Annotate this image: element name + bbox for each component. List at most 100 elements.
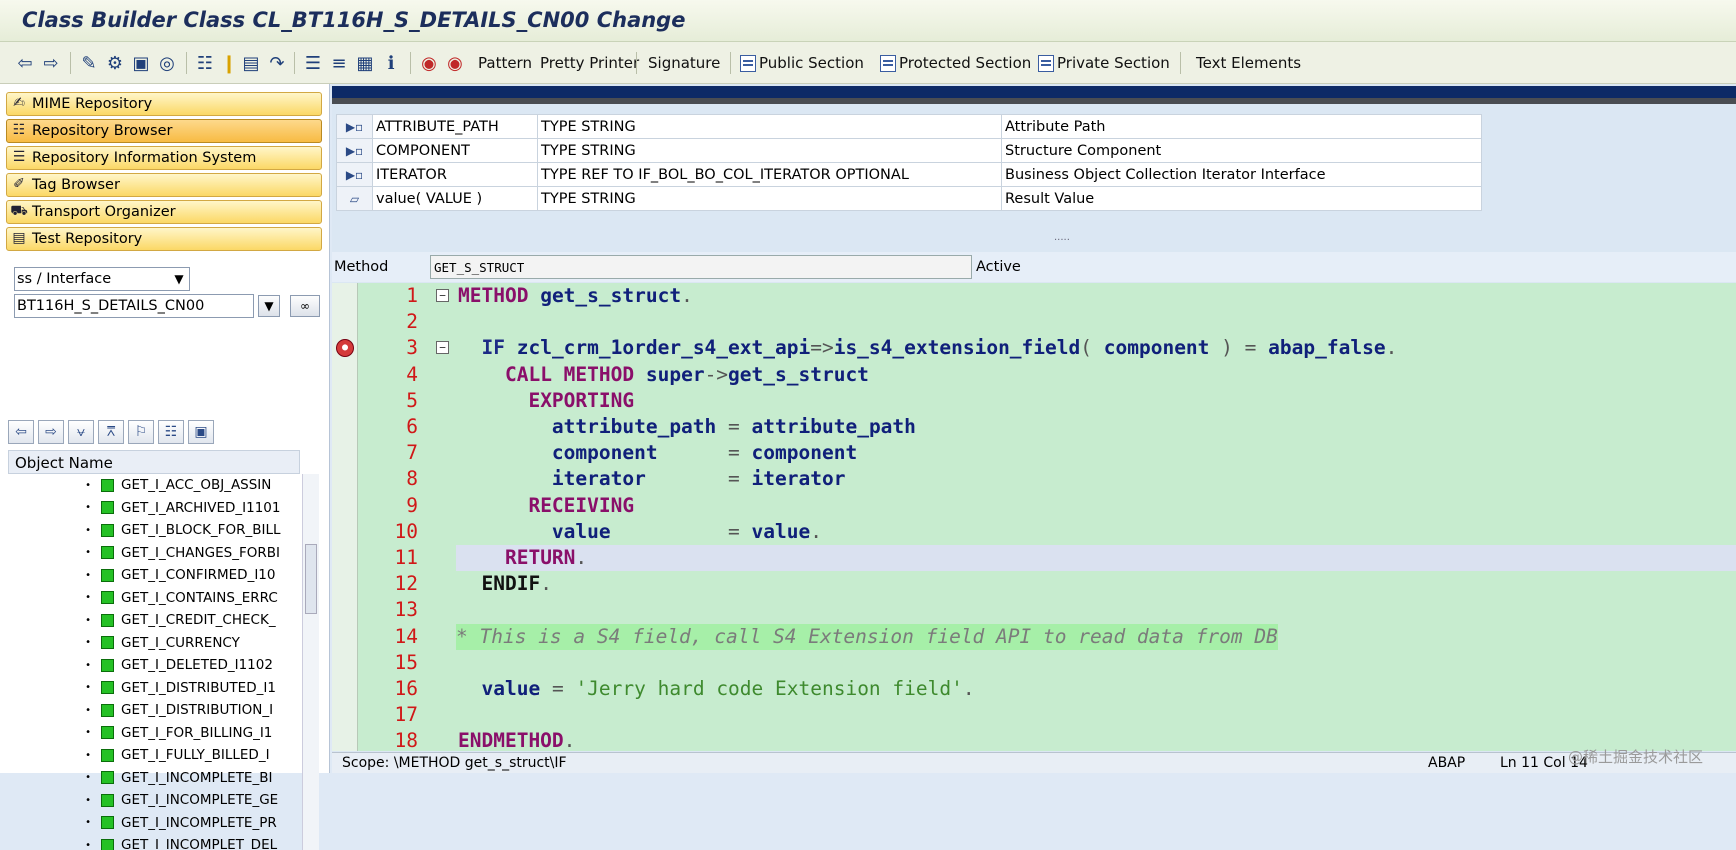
scrollbar-thumb[interactable]: [305, 544, 317, 614]
parameter-row[interactable]: ▶▫ ITERATOR TYPE REF TO IF_BOL_BO_COL_ITER…: [336, 162, 1482, 187]
code-line-13[interactable]: 13: [332, 597, 1736, 623]
code-line-9[interactable]: 9 RECEIVING: [332, 493, 1736, 519]
active-status-icon: [101, 681, 114, 695]
object-list-item[interactable]: • GET_I_INCOMPLETE_BI: [8, 767, 300, 790]
parameter-row[interactable]: ▶▫ ATTRIBUTE_PATH TYPE STRING Attribute Pat…: [336, 114, 1482, 139]
object-list-item[interactable]: • GET_I_CHANGES_FORBI: [8, 542, 300, 565]
object-tree-icon[interactable]: ☰: [302, 50, 324, 76]
nav-tag-browser[interactable]: ✐ Tag Browser: [6, 173, 322, 197]
hierarchy-icon[interactable]: ☷: [158, 420, 184, 444]
external-breakpoint-icon[interactable]: ◉: [444, 50, 466, 76]
nav-transport-organizer[interactable]: ⛟ Transport Organizer: [6, 200, 322, 224]
forward-icon[interactable]: ⇨: [40, 50, 62, 76]
public-section-button[interactable]: Public Section: [740, 50, 864, 76]
check-icon[interactable]: ▣: [130, 50, 152, 76]
hierarchy-icon[interactable]: ☷: [194, 50, 216, 76]
parameter-description: Structure Component: [1001, 138, 1482, 163]
pretty-printer-button[interactable]: Pretty Printer: [540, 50, 639, 76]
nav-forward-icon[interactable]: ⇨: [38, 420, 64, 444]
breakpoint-icon[interactable]: ●: [336, 339, 354, 358]
bullet-icon: •: [85, 839, 91, 850]
object-list-item[interactable]: • GET_I_CREDIT_CHECK_: [8, 609, 300, 632]
code-line-4[interactable]: 4 CALL METHOD super->get_s_struct: [332, 362, 1736, 388]
object-list-item[interactable]: • GET_I_INCOMPLETE_GE: [8, 789, 300, 812]
code-editor[interactable]: 1− METHOD get_s_struct. 2 ● 3− IF zcl_crm_…: [332, 283, 1736, 751]
code-line-2[interactable]: 2: [332, 309, 1736, 335]
object-list-item[interactable]: • GET_I_ACC_OBJ_ASSIN: [8, 474, 300, 497]
parameter-name: value( VALUE ): [372, 186, 538, 211]
fold-minus-icon[interactable]: −: [436, 289, 449, 302]
expand-icon[interactable]: ⩞: [98, 420, 124, 444]
active-status-icon: [101, 658, 114, 672]
object-list-item[interactable]: • GET_I_BLOCK_FOR_BILL: [8, 519, 300, 542]
code-line-6[interactable]: 6 attribute_path = attribute_path: [332, 414, 1736, 440]
mime-icon: ✍: [13, 95, 25, 111]
code-line-8[interactable]: 8 iterator = iterator: [332, 466, 1736, 492]
object-list-item[interactable]: • GET_I_FOR_BILLING_I1: [8, 722, 300, 745]
code-line-18[interactable]: 18 ENDMETHOD.: [332, 728, 1736, 751]
activate-icon[interactable]: ⚙: [104, 50, 126, 76]
nav-repository-browser[interactable]: ☷ Repository Browser: [6, 119, 322, 143]
bullet-icon: •: [85, 704, 91, 716]
object-type-select[interactable]: ss / Interface: [14, 267, 190, 291]
code-line-14[interactable]: 14 * This is a S4 field, call S4 Extensio…: [332, 623, 1736, 650]
code-line-16[interactable]: 16 value = 'Jerry hard code Extension fi…: [332, 676, 1736, 702]
bullet-icon: •: [85, 637, 91, 649]
stack-icon[interactable]: ≡: [328, 50, 350, 76]
nav-test-repository[interactable]: ▤ Test Repository: [6, 227, 322, 251]
object-name-header: Object Name: [8, 450, 300, 474]
pattern-button[interactable]: Pattern: [478, 50, 532, 76]
back-icon[interactable]: ⇦: [14, 50, 36, 76]
object-name-input[interactable]: BT116H_S_DETAILS_CN00: [14, 294, 254, 318]
object-list-item[interactable]: • GET_I_CONTAINS_ERRC: [8, 587, 300, 610]
table-icon[interactable]: ▦: [354, 50, 376, 76]
code-line-5[interactable]: 5 EXPORTING: [332, 388, 1736, 414]
tag-icon: ✐: [13, 176, 25, 192]
object-list-item[interactable]: • GET_I_ARCHIVED_I1101: [8, 497, 300, 520]
code-line-7[interactable]: 7 component = component: [332, 440, 1736, 466]
object-list-item[interactable]: • GET_I_DELETED_I1102: [8, 654, 300, 677]
where-used-icon[interactable]: ◎: [156, 50, 178, 76]
display-object-list-icon[interactable]: ▤: [240, 50, 262, 76]
splitter-grip[interactable]: .....: [1054, 232, 1070, 243]
object-list-item[interactable]: • GET_I_DISTRIBUTED_I1: [8, 677, 300, 700]
binoculars-icon[interactable]: ⚐: [128, 420, 154, 444]
edit-toggle-icon[interactable]: ✎: [78, 50, 100, 76]
chevron-down-icon[interactable]: ▼: [168, 268, 190, 290]
code-line-12[interactable]: 12 ENDIF.: [332, 571, 1736, 597]
code-line-1[interactable]: 1− METHOD get_s_struct.: [332, 283, 1736, 309]
signature-button[interactable]: Signature: [648, 50, 720, 76]
active-status-icon: [101, 546, 114, 560]
fold-minus-icon[interactable]: −: [436, 341, 449, 355]
display-glasses-icon[interactable]: ∞: [290, 295, 320, 317]
protected-section-button[interactable]: Protected Section: [880, 50, 1031, 76]
dropdown-icon[interactable]: ▼: [258, 295, 280, 317]
private-section-button[interactable]: Private Section: [1038, 50, 1170, 76]
set-breakpoint-icon[interactable]: ◉: [418, 50, 440, 76]
nav-back-icon[interactable]: ⇦: [8, 420, 34, 444]
navigate-icon[interactable]: ↷: [266, 50, 288, 76]
object-list-item[interactable]: • GET_I_INCOMPLET_DEL: [8, 834, 300, 850]
parameter-row[interactable]: ▱ value( VALUE ) TYPE STRING Result Value: [336, 186, 1482, 211]
code-line-17[interactable]: 17: [332, 702, 1736, 728]
code-line-11[interactable]: 11 RETURN.: [332, 545, 1736, 572]
object-list-item[interactable]: • GET_I_DISTRIBUTION_I: [8, 699, 300, 722]
code-line-15[interactable]: 15: [332, 650, 1736, 676]
object-list-scrollbar[interactable]: [302, 474, 319, 850]
method-name-field[interactable]: GET_S_STRUCT: [430, 255, 972, 279]
tree-select-icon[interactable]: ▣: [188, 420, 214, 444]
nav-repository-information-system[interactable]: ☰ Repository Information System: [6, 146, 322, 170]
code-line-10[interactable]: 10 value = value.: [332, 519, 1736, 545]
object-list-item[interactable]: • GET_I_CURRENCY: [8, 632, 300, 655]
parameter-row[interactable]: ▶▫ COMPONENT TYPE STRING Structure Componen…: [336, 138, 1482, 163]
object-list-item[interactable]: • GET_I_CONFIRMED_I10: [8, 564, 300, 587]
text-elements-button[interactable]: Text Elements: [1196, 50, 1301, 76]
info-icon[interactable]: ℹ: [380, 50, 402, 76]
info-light-icon[interactable]: ❙: [218, 50, 240, 76]
nav-mime-repository[interactable]: ✍ MIME Repository: [6, 92, 322, 116]
application-toolbar: ⇦ ⇨ ✎ ⚙ ▣ ◎ ☷ ❙ ▤ ↷ ☰ ≡ ▦ ℹ ◉ ◉ Pattern …: [0, 42, 1736, 84]
collapse-icon[interactable]: ⩝: [68, 420, 94, 444]
object-list-item[interactable]: • GET_I_FULLY_BILLED_I: [8, 744, 300, 767]
object-list-item[interactable]: • GET_I_INCOMPLETE_PR: [8, 812, 300, 835]
code-line-3[interactable]: ● 3− IF zcl_crm_1order_s4_ext_api=>is_s4_…: [332, 335, 1736, 361]
